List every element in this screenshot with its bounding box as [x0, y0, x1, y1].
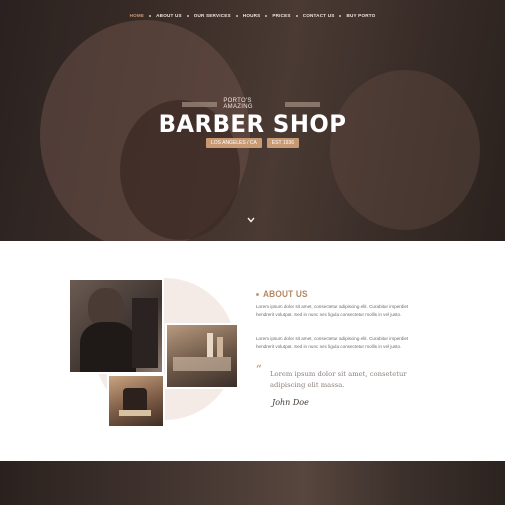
hero-section: HOME ABOUT US OUR SERVICES HOURS PRICES …: [0, 0, 505, 241]
nav-item-about-us[interactable]: ABOUT US: [151, 11, 187, 20]
location-tag: LOS ANGELES / CA: [205, 138, 262, 148]
about-quote: Lorem ipsum dolor sit amet, consetetur a…: [270, 370, 407, 389]
kicker-text: PORTO'S AMAZING: [223, 98, 253, 110]
about-heading-text: ABOUT US: [263, 289, 308, 299]
kicker-line-right: [284, 101, 321, 107]
about-section: ABOUT US Lorem ipsum dolor sit amet, con…: [0, 241, 505, 461]
nav-item-prices[interactable]: PRICES: [267, 11, 295, 20]
signature: John Doe: [272, 398, 309, 407]
barber-chair-image: [107, 374, 165, 428]
established-tag: EST 1936: [266, 138, 299, 148]
hero-photo-hand: [330, 70, 480, 230]
hero-title: BARBER SHOP: [158, 110, 347, 138]
nav-item-buy-porto[interactable]: BUY PORTO: [341, 11, 380, 20]
heading-bullet: [256, 292, 259, 296]
about-heading: ABOUT US: [256, 289, 312, 299]
barber-tools-image: [165, 323, 239, 389]
hero-tags: LOS ANGELES / CA EST 1936: [0, 138, 505, 148]
nav-item-contact-us[interactable]: CONTACT US: [298, 11, 340, 20]
barber-portrait-image: [68, 278, 164, 374]
main-navigation: HOME ABOUT US OUR SERVICES HOURS PRICES …: [0, 11, 505, 20]
scroll-down-chevron-icon[interactable]: [245, 215, 257, 225]
next-section-banner: [0, 461, 505, 505]
about-paragraph-2: Lorem ipsum dolor sit amet, consectetur …: [256, 336, 409, 349]
nav-item-our-services[interactable]: OUR SERVICES: [189, 11, 236, 20]
kicker-line-left: [182, 101, 218, 107]
nav-item-hours[interactable]: HOURS: [238, 11, 266, 20]
hero-kicker: PORTO'S AMAZING: [182, 98, 321, 110]
quote-icon: “: [256, 364, 262, 375]
about-paragraph-1: Lorem ipsum dolor sit amet, consectetur …: [256, 304, 409, 317]
nav-item-home[interactable]: HOME: [125, 11, 150, 20]
